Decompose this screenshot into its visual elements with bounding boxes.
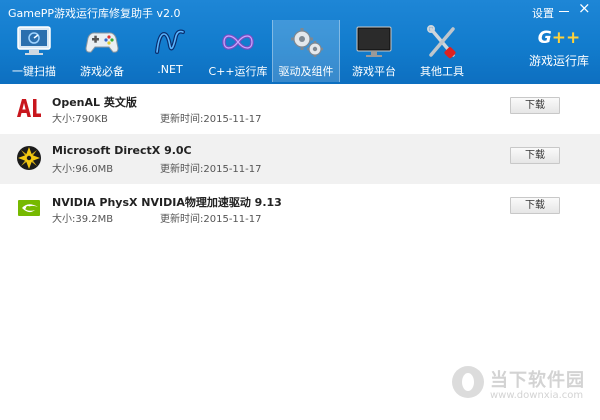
nav-label: 一键扫描 [12,65,56,78]
nav-item-dotnet[interactable]: .NET [136,20,204,82]
nav-label: C++运行库 [208,65,268,78]
directx-icon [17,146,41,170]
gears-icon [291,28,323,57]
brand-logo-accent: ++ [551,28,581,48]
item-updated: 更新时间:2015-11-17 [160,114,262,125]
window-title: GamePP游戏运行库修复助手 v2.0 [8,7,181,20]
list-item: NVIDIA PhysX NVIDIA物理加速驱动 9.13 大小:39.2MB… [0,184,600,234]
download-button[interactable]: 下载 [510,97,560,114]
nav-label: 游戏平台 [352,65,396,78]
nav-label: 驱动及组件 [278,65,334,78]
openal-icon [17,99,41,117]
item-name: Microsoft DirectX 9.0C [52,144,192,157]
download-button[interactable]: 下载 [510,197,560,214]
nav-label: .NET [157,63,183,76]
dotnet-icon [155,29,185,54]
title-bar: GamePP游戏运行库修复助手 v2.0 设置 × 一键扫描 游戏必备 .NET… [0,0,600,84]
brand-name: 游戏运行库 [528,54,589,68]
monitor-scan-icon [17,26,51,55]
item-size: 大小:39.2MB [52,214,114,225]
watermark-url: www.downxia.com [490,390,584,401]
minimize-button[interactable] [557,3,571,17]
nav-item-game-platform[interactable]: 游戏平台 [340,20,408,82]
main-toolbar: 一键扫描 游戏必备 .NET C++运行库 驱动及组件 游戏平台 其他工具 [0,20,520,82]
item-size: 大小:96.0MB [52,164,114,175]
nav-item-drivers[interactable]: 驱动及组件 [272,20,340,82]
nav-item-game-essentials[interactable]: 游戏必备 [68,20,136,82]
nav-item-scan[interactable]: 一键扫描 [0,20,68,82]
tools-icon [427,25,456,59]
brand: G++ 游戏运行库 [520,28,598,69]
item-name: OpenAL 英文版 [52,96,137,109]
app-window: GamePP游戏运行库修复助手 v2.0 设置 × 一键扫描 游戏必备 .NET… [0,0,600,420]
gamepad-icon [85,32,119,53]
settings-link[interactable]: 设置 [532,5,554,21]
cpp-infinity-icon [222,34,254,50]
component-list: OpenAL 英文版 大小:790KB 更新时间:2015-11-17 下载 M… [0,84,600,234]
list-item: OpenAL 英文版 大小:790KB 更新时间:2015-11-17 下载 [0,84,600,134]
item-updated: 更新时间:2015-11-17 [160,164,262,175]
brand-logo: G++ [520,28,598,48]
nav-label: 其他工具 [420,65,464,78]
close-button[interactable]: × [578,1,591,16]
watermark: 当下软件园 www.downxia.com [452,362,592,412]
nav-item-other-tools[interactable]: 其他工具 [408,20,476,82]
watermark-text: 当下软件园 [490,370,585,391]
item-size: 大小:790KB [52,114,108,125]
nav-label: 游戏必备 [80,65,124,78]
list-item: Microsoft DirectX 9.0C 大小:96.0MB 更新时间:20… [0,134,600,184]
nav-item-cpp-runtime[interactable]: C++运行库 [204,20,272,82]
nvidia-icon [18,200,40,216]
item-updated: 更新时间:2015-11-17 [160,214,262,225]
item-name: NVIDIA PhysX NVIDIA物理加速驱动 9.13 [52,196,282,209]
download-button[interactable]: 下载 [510,147,560,164]
watermark-logo-icon [452,366,484,398]
brand-logo-text: G [537,28,552,48]
display-icon [356,26,392,57]
